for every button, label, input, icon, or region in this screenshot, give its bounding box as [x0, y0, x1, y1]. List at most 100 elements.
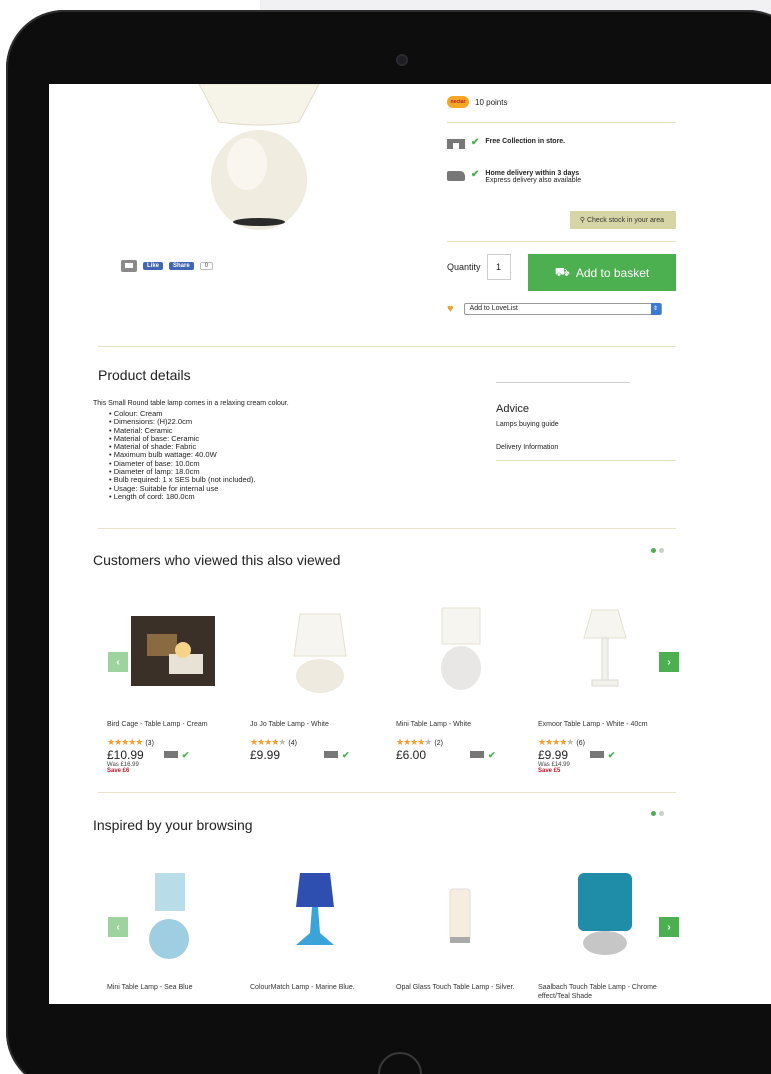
product-card[interactable]: Bird Cage - Table Lamp - Cream ★★★★★ (3) …: [107, 604, 247, 774]
store-icon: [470, 751, 485, 758]
price: £9.99: [250, 748, 281, 762]
tick-icon: ✔: [607, 750, 616, 760]
spec-list: Colour: Cream Dimensions: (H)22.0cm Mate…: [109, 409, 256, 501]
divider: [447, 241, 676, 242]
section-divider: [98, 346, 676, 347]
product-thumbnail: [149, 873, 189, 959]
tick-icon: ✔: [471, 169, 480, 180]
lovelist-row: ♥ Add to LoveList ⇕: [447, 303, 662, 315]
delivery-info: ✔ Home delivery within 3 days Express de…: [447, 170, 581, 184]
product-name[interactable]: Bird Cage - Table Lamp - Cream: [107, 720, 247, 729]
rating-stars: ★★★★★ (3): [107, 737, 154, 747]
basket-icon: ⛟: [554, 264, 570, 279]
product-name[interactable]: Saalbach Touch Table Lamp - Chrome effec…: [538, 983, 678, 1001]
camera-icon: [396, 54, 408, 66]
product-name[interactable]: ColourMatch Lamp - Marine Blue.: [250, 983, 390, 992]
advice-heading: Advice: [496, 403, 530, 415]
section-divider: [98, 528, 676, 529]
also-viewed-heading: Customers who viewed this also viewed: [93, 552, 341, 568]
lamps-buying-guide-link[interactable]: Lamps buying guide: [496, 421, 676, 428]
express-delivery-text: Express delivery also available: [485, 177, 582, 184]
share-count: 0: [199, 262, 214, 270]
divider: [496, 382, 630, 383]
price-row: £9.99 ✔: [250, 748, 390, 762]
add-to-basket-label: Add to basket: [575, 265, 650, 280]
lovelist-selected: Add to LoveList: [469, 305, 518, 312]
product-intro: This Small Round table lamp comes in a r…: [93, 400, 289, 407]
review-count: (3): [145, 740, 154, 747]
product-name[interactable]: Opal Glass Touch Table Lamp - Silver.: [396, 983, 536, 992]
home-button[interactable]: [378, 1052, 422, 1074]
price-row: £10.99 Was £16.99 Save £6 ✔: [107, 748, 247, 774]
quantity-row: Quantity 1: [447, 254, 511, 280]
tick-icon: ✔: [488, 750, 496, 760]
print-icon[interactable]: [121, 260, 137, 272]
carousel-pager[interactable]: [651, 548, 664, 553]
home-delivery-text: Home delivery within 3 days: [485, 170, 580, 177]
price: £6.00: [396, 748, 427, 762]
review-count: (4): [288, 740, 297, 747]
tick-icon: ✔: [181, 750, 190, 760]
product-card[interactable]: Opal Glass Touch Table Lamp - Silver.: [396, 869, 536, 992]
pager-dot[interactable]: [651, 811, 656, 816]
save-amount: Save £6: [107, 768, 130, 774]
carousel-pager[interactable]: [651, 811, 664, 816]
product-card[interactable]: Saalbach Touch Table Lamp - Chrome effec…: [538, 869, 678, 1001]
tick-icon: ✔: [471, 137, 480, 148]
quantity-label: Quantity: [447, 262, 481, 272]
product-thumbnail: [441, 607, 481, 690]
product-name[interactable]: Exmoor Table Lamp - White - 40cm: [538, 720, 678, 729]
select-arrow-icon: ⇕: [650, 303, 661, 315]
add-to-basket-button[interactable]: ⛟ Add to basket: [528, 254, 676, 291]
nectar-logo: nectar: [447, 96, 469, 108]
product-card[interactable]: Mini Table Lamp - White ★★★★★ (2) £6.00 ✔: [396, 604, 536, 762]
check-stock-label: Check stock in your area: [586, 217, 664, 224]
review-count: (6): [576, 740, 585, 747]
product-details-heading: Product details: [98, 367, 191, 383]
price: £10.99: [107, 748, 144, 762]
product-card[interactable]: Mini Table Lamp - Sea Blue: [107, 869, 247, 992]
heart-icon: ♥: [447, 303, 454, 315]
save-amount: Save £5: [538, 768, 561, 774]
free-collection-text: Free Collection in store.: [485, 138, 566, 145]
like-label: Like: [147, 263, 160, 269]
product-thumbnail: [131, 616, 215, 686]
quantity-input[interactable]: 1: [486, 254, 511, 280]
rating-stars: ★★★★★ (6): [538, 737, 585, 747]
product-image: [198, 84, 320, 230]
pager-dot[interactable]: [651, 548, 656, 553]
store-icon: [447, 139, 465, 149]
product-card[interactable]: ColourMatch Lamp - Marine Blue.: [250, 869, 390, 992]
nectar-points: nectar 10 points: [447, 96, 507, 108]
share-label: Share: [173, 263, 190, 269]
share-bar: Like Share 0: [121, 260, 214, 272]
facebook-share-button[interactable]: Share: [169, 262, 194, 270]
spec-item: Length of cord: 180.0cm: [109, 492, 255, 501]
product-thumbnail: [449, 888, 471, 943]
facebook-like-button[interactable]: Like: [143, 262, 164, 270]
check-stock-button[interactable]: ⚲ Check stock in your area: [569, 211, 676, 229]
product-card[interactable]: Jo Jo Table Lamp - White ★★★★★ (4) £9.99 …: [250, 604, 390, 762]
store-icon: [589, 751, 604, 758]
product-thumbnail: [583, 609, 627, 687]
screen: Like Share 0 nectar 10 points ✔ Free Col…: [49, 84, 771, 1004]
store-icon: [324, 751, 339, 758]
review-count: (2): [434, 740, 443, 747]
collection-info: ✔ Free Collection in store.: [447, 138, 565, 149]
inspired-heading: Inspired by your browsing: [93, 817, 253, 833]
tick-icon: ✔: [342, 750, 350, 760]
rating-stars: ★★★★★ (4): [250, 737, 297, 747]
price: £9.99: [538, 748, 569, 762]
delivery-information-link[interactable]: Delivery Information: [496, 444, 676, 461]
product-name[interactable]: Mini Table Lamp - White: [396, 720, 536, 729]
product-name[interactable]: Jo Jo Table Lamp - White: [250, 720, 390, 729]
pager-dot[interactable]: [659, 811, 664, 816]
lovelist-select[interactable]: Add to LoveList ⇕: [463, 303, 662, 315]
price-row: £9.99 Was £14.99 Save £5 ✔: [538, 748, 678, 774]
product-name[interactable]: Mini Table Lamp - Sea Blue: [107, 983, 247, 992]
product-card[interactable]: Exmoor Table Lamp - White - 40cm ★★★★★ (6…: [538, 604, 678, 774]
pager-dot[interactable]: [659, 548, 664, 553]
van-icon: [447, 171, 465, 181]
store-icon: [163, 751, 178, 758]
rating-stars: ★★★★★ (2): [396, 737, 443, 747]
